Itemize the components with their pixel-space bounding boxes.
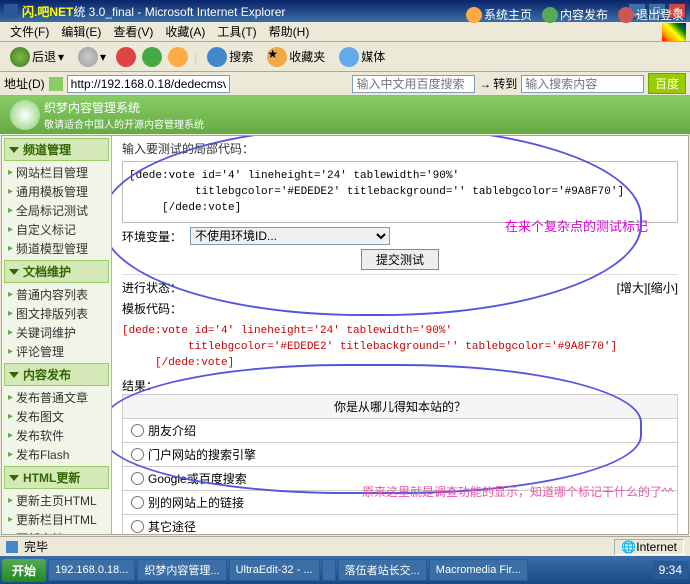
- template-code-label: 模板代码：: [122, 300, 678, 317]
- goto-button[interactable]: → 转到: [479, 75, 517, 92]
- watermark: 闪.吧NET: [22, 3, 73, 20]
- sidebar-section[interactable]: 文档维护: [4, 260, 109, 283]
- annotation-1: 在来个复杂点的测试标记: [505, 216, 648, 235]
- menu-file[interactable]: 文件(F): [4, 21, 55, 42]
- sidebar-item[interactable]: 通用模板管理: [2, 182, 111, 201]
- sidebar-item[interactable]: 网站栏目管理: [2, 163, 111, 182]
- sidebar-section[interactable]: 频道管理: [4, 138, 109, 161]
- taskbar-task[interactable]: UltraEdit-32 - ...: [229, 559, 320, 581]
- state-label: 进行状态：: [122, 279, 182, 296]
- page-icon: [49, 77, 63, 91]
- brand-title: 织梦内容管理系统: [44, 99, 204, 116]
- sidebar-item[interactable]: 更新栏目HTML: [2, 510, 111, 529]
- status-text: 完毕: [24, 538, 48, 555]
- windows-logo-icon: [662, 23, 686, 41]
- poll-option[interactable]: 其它途径: [131, 518, 669, 534]
- main-panel: 输入要测试的局部代码： [dede:vote id='4' lineheight…: [112, 136, 688, 534]
- menu-view[interactable]: 查看(V): [107, 21, 159, 42]
- home-button[interactable]: [168, 47, 188, 67]
- back-button[interactable]: 后退 ▾: [6, 45, 68, 69]
- taskbar-task[interactable]: [322, 559, 336, 581]
- taskbar-task[interactable]: 织梦内容管理...: [137, 559, 226, 581]
- toolbar: 后退 ▾ ▾ | 搜索 ★收藏夹 媒体: [0, 42, 690, 72]
- nav-logout[interactable]: 退出登录: [618, 6, 684, 23]
- logo-icon: [10, 100, 40, 130]
- favorites-button[interactable]: ★收藏夹: [263, 45, 329, 69]
- brand-subtitle: 敬请适合中国人的开源内容管理系统: [44, 116, 204, 131]
- sidebar-item[interactable]: 评论管理: [2, 342, 111, 361]
- zone-cell: 🌐 Internet: [614, 539, 684, 555]
- app-header: 织梦内容管理系统 敬请适合中国人的开源内容管理系统 系统主页 内容发布 退出登录: [0, 96, 690, 134]
- url-input[interactable]: [67, 75, 230, 93]
- poll-title: 你是从哪儿得知本站的？: [123, 395, 678, 419]
- sidebar-section[interactable]: 内容发布: [4, 363, 109, 386]
- address-label: 地址(D): [4, 75, 45, 92]
- zoom-controls[interactable]: [增大][缩小]: [617, 279, 678, 296]
- sidebar: 频道管理网站栏目管理通用模板管理全局标记测试自定义标记频道模型管理文档维护普通内…: [2, 136, 112, 534]
- done-icon: [6, 541, 18, 553]
- template-code: [dede:vote id='4' lineheight='24' tablew…: [122, 323, 678, 371]
- menu-bar: 文件(F) 编辑(E) 查看(V) 收藏(A) 工具(T) 帮助(H): [0, 22, 690, 42]
- nav-publish[interactable]: 内容发布: [542, 6, 608, 23]
- media-button[interactable]: 媒体: [335, 45, 389, 69]
- poll-table: 你是从哪儿得知本站的？ 朋友介绍 门户网站的搜索引擎 Google或百度搜索 别…: [122, 394, 678, 534]
- status-bar: 完毕 🌐 Internet: [0, 536, 690, 556]
- taskbar-task[interactable]: 192.168.0.18...: [48, 559, 135, 581]
- forward-button[interactable]: ▾: [74, 45, 110, 69]
- nav-syshome[interactable]: 系统主页: [466, 6, 532, 23]
- clock: 9:34: [659, 563, 682, 577]
- env-select[interactable]: 不使用环境ID...: [190, 227, 390, 245]
- sidebar-item[interactable]: 发布图文: [2, 407, 111, 426]
- sidebar-item[interactable]: 普通内容列表: [2, 285, 111, 304]
- sidebar-item[interactable]: 发布软件: [2, 426, 111, 445]
- search-button[interactable]: 搜索: [203, 45, 257, 69]
- content-area: 频道管理网站栏目管理通用模板管理全局标记测试自定义标记频道模型管理文档维护普通内…: [1, 135, 689, 535]
- menu-help[interactable]: 帮助(H): [263, 21, 316, 42]
- sidebar-item[interactable]: 发布普通文章: [2, 388, 111, 407]
- menu-edit[interactable]: 编辑(E): [55, 21, 107, 42]
- sidebar-item[interactable]: 频道模型管理: [2, 239, 111, 258]
- sidebar-section[interactable]: HTML更新: [4, 466, 109, 489]
- sidebar-item[interactable]: 图文排版列表: [2, 304, 111, 323]
- baidu-cn-input[interactable]: [352, 75, 475, 93]
- sidebar-item[interactable]: 自定义标记: [2, 220, 111, 239]
- result-label: 结果：: [122, 377, 678, 394]
- ie-icon: [4, 4, 18, 18]
- env-label: 环境变量：: [122, 228, 182, 245]
- address-bar: 地址(D) → 转到 百度: [0, 72, 690, 96]
- sidebar-item[interactable]: 更新文档HTML: [2, 529, 111, 534]
- code-input[interactable]: [dede:vote id='4' lineheight='24' tablew…: [122, 161, 678, 223]
- start-button[interactable]: 开始: [2, 559, 46, 582]
- stop-button[interactable]: [116, 47, 136, 67]
- poll-option[interactable]: 门户网站的搜索引擎: [131, 446, 669, 463]
- input-code-label: 输入要测试的局部代码：: [122, 140, 678, 157]
- system-tray[interactable]: 9:34: [653, 561, 688, 579]
- menu-tools[interactable]: 工具(T): [211, 21, 262, 42]
- sidebar-item[interactable]: 全局标记测试: [2, 201, 111, 220]
- poll-option[interactable]: 朋友介绍: [131, 422, 669, 439]
- menu-favorites[interactable]: 收藏(A): [159, 21, 211, 42]
- taskbar-task[interactable]: 落伍者站长交...: [338, 559, 427, 581]
- refresh-button[interactable]: [142, 47, 162, 67]
- search-input[interactable]: [521, 75, 644, 93]
- sidebar-item[interactable]: 更新主页HTML: [2, 491, 111, 510]
- taskbar: 开始 192.168.0.18...织梦内容管理...UltraEdit-32 …: [0, 556, 690, 584]
- sidebar-item[interactable]: 发布Flash: [2, 445, 111, 464]
- sidebar-item[interactable]: 关键词维护: [2, 323, 111, 342]
- annotation-2: 原来这里就是调查功能的显示，知道哪个标记干什么的了^^: [362, 483, 673, 500]
- taskbar-task[interactable]: Macromedia Fir...: [429, 559, 528, 581]
- baidu-button[interactable]: 百度: [648, 73, 686, 94]
- submit-button[interactable]: 提交测试: [361, 249, 439, 270]
